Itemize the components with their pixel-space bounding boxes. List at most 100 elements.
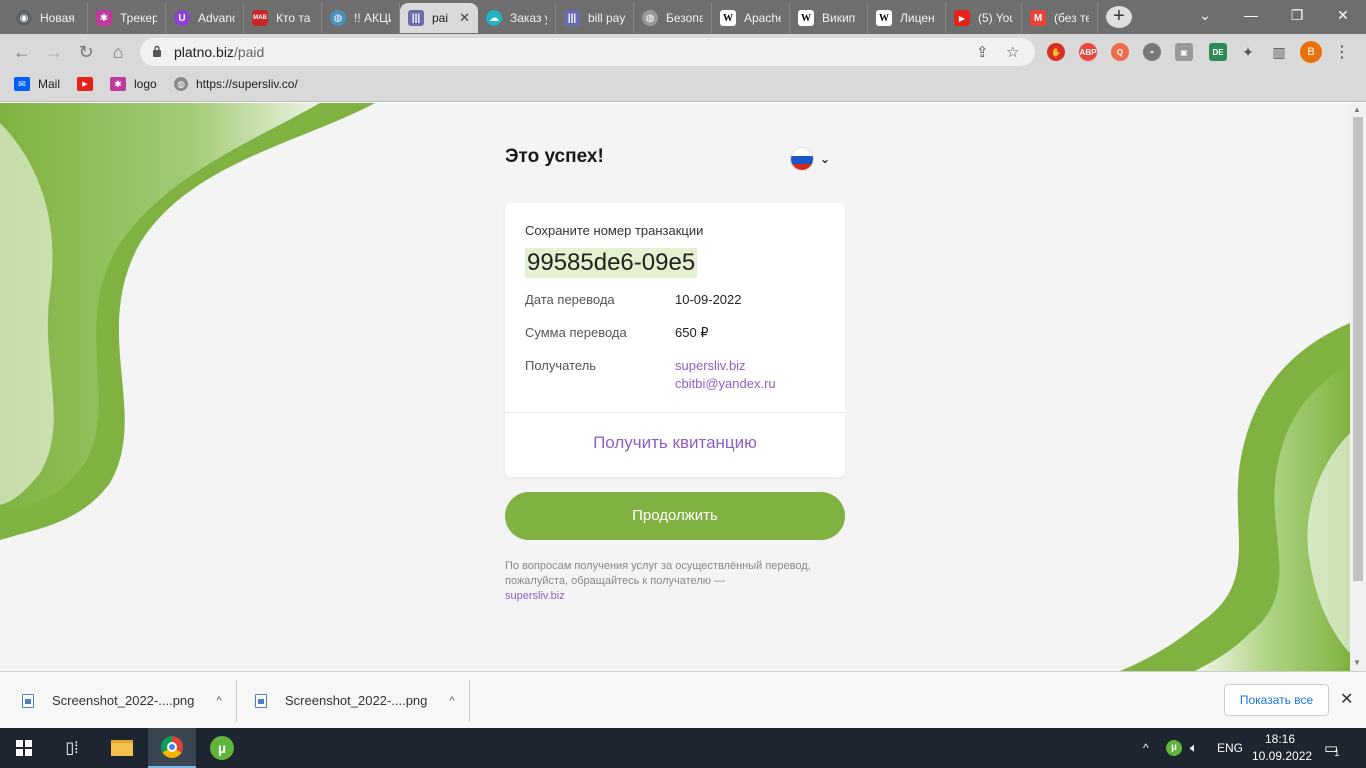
close-tab-icon[interactable]: ✕	[459, 10, 470, 26]
tab-0[interactable]: ◉ Новая	[8, 3, 88, 33]
translator-icon[interactable]: ▣	[1175, 43, 1193, 61]
bookmark-logo[interactable]: ✱ logo	[110, 77, 157, 91]
transaction-id: 99585de6-09e5	[525, 248, 698, 278]
adblock-hand-icon[interactable]: ✋	[1047, 43, 1065, 61]
de-extension-icon[interactable]: DE	[1209, 43, 1227, 61]
tab-1[interactable]: ✱ Трекер	[88, 3, 166, 33]
browser-toolbar: ← → ↻ ⌂ platno.biz/paid ⇪ ☆ ✋ ABP Q ◓ ▣ …	[0, 34, 1366, 70]
notification-count: 1	[1334, 748, 1340, 758]
chevron-up-icon[interactable]: ^	[216, 695, 221, 707]
new-tab-button[interactable]: +	[1106, 6, 1132, 28]
tab-title: Новая	[40, 11, 75, 25]
downloads-shelf: Screenshot_2022-....png ^ Screenshot_202…	[0, 671, 1366, 728]
bookmark-mail[interactable]: ✉ Mail	[14, 77, 60, 91]
system-clock[interactable]: 18:16 10.09.2022	[1252, 731, 1312, 765]
language-indicator[interactable]: ENG	[1217, 728, 1243, 768]
minimize-icon[interactable]: —	[1228, 0, 1274, 30]
bookmark-youtube[interactable]: ▶	[77, 77, 101, 91]
tab-9[interactable]: W Apache	[712, 3, 790, 33]
close-shelf-icon[interactable]: ✕	[1340, 689, 1353, 709]
scroll-up-icon[interactable]: ▲	[1353, 105, 1361, 114]
profile-avatar[interactable]: B	[1300, 41, 1322, 63]
side-panel-icon[interactable]: ▥	[1270, 43, 1288, 61]
scroll-down-icon[interactable]: ▼	[1353, 658, 1361, 667]
recipient-site-link[interactable]: supersliv.biz	[675, 358, 746, 373]
gmail-icon: M	[1030, 10, 1046, 26]
tab-8[interactable]: ◍ Безопа	[634, 3, 712, 33]
support-note-link[interactable]: supersliv.biz	[505, 590, 565, 602]
tab-7[interactable]: ||| bill pay	[556, 3, 634, 33]
extension-badge-icon[interactable]: Q	[1111, 43, 1129, 61]
tab-title: bill pay	[588, 11, 625, 25]
bookmark-star-icon[interactable]: ☆	[1006, 43, 1019, 61]
tab-11[interactable]: W Лицен	[868, 3, 946, 33]
tray-overflow-icon[interactable]: ^	[1143, 728, 1149, 768]
globe-icon: ◍	[174, 77, 188, 91]
language-selector[interactable]: ⌄	[790, 147, 830, 171]
file-explorer-icon[interactable]	[98, 728, 146, 768]
volume-icon[interactable]: 🔈︎	[1190, 728, 1198, 768]
vpn-icon[interactable]: ◓	[1143, 43, 1161, 61]
bookmark-label: https://supersliv.co/	[196, 77, 298, 91]
notifications-icon[interactable]: ▭ 1	[1324, 728, 1339, 768]
tab-3[interactable]: MAB Кто та	[244, 3, 322, 33]
mab-icon: MAB	[252, 10, 268, 26]
bookmark-label: logo	[134, 77, 157, 91]
support-note-text: По вопросам получения услуг за осуществл…	[505, 560, 811, 587]
tab-title: (5) You	[978, 11, 1013, 25]
address-bar[interactable]: platno.biz/paid ⇪ ☆	[140, 38, 1035, 66]
share-icon[interactable]: ⇪	[976, 43, 989, 61]
scrollbar-thumb[interactable]	[1353, 117, 1363, 581]
page-scrollbar[interactable]: ▲ ▼	[1350, 103, 1366, 671]
utorrent-tray-icon[interactable]: µ	[1166, 728, 1182, 768]
shield-icon: U	[174, 10, 190, 26]
bookmarks-bar: ✉ Mail ▶ ✱ logo ◍ https://supersliv.co/	[0, 70, 1366, 102]
task-view-icon[interactable]: ▯⁞	[48, 728, 96, 768]
tab-title: Трекер	[120, 11, 157, 25]
transaction-card: Сохраните номер транзакции 99585de6-09e5…	[505, 203, 845, 477]
tab-2[interactable]: U Advanc	[166, 3, 244, 33]
close-window-icon[interactable]: ✕	[1320, 0, 1366, 30]
recipient-email-link[interactable]: cbitbi@yandex.ru	[675, 376, 776, 391]
puzzle-icon[interactable]: ✦	[1239, 43, 1257, 61]
url-path: /paid	[233, 44, 265, 60]
kebab-menu-icon[interactable]: ⋮	[1334, 42, 1350, 62]
save-transaction-label: Сохраните номер транзакции	[525, 223, 704, 238]
divider	[236, 680, 237, 722]
home-icon[interactable]: ⌂	[108, 42, 128, 62]
restore-icon[interactable]: ❐	[1274, 0, 1320, 30]
chevron-down-icon: ⌄	[820, 152, 831, 166]
page-title: Это успех!	[505, 146, 604, 167]
tab-title: pai	[432, 11, 449, 25]
russia-flag-icon	[790, 147, 814, 171]
tab-title: (без те	[1054, 11, 1089, 25]
wikipedia-icon: W	[798, 10, 814, 26]
clock-time: 18:16	[1264, 732, 1296, 746]
reload-icon[interactable]: ↻	[76, 42, 96, 62]
image-file-icon	[255, 693, 267, 708]
download-item[interactable]: Screenshot_2022-....png ^	[255, 672, 455, 729]
tab-6[interactable]: ☁ Заказ у	[478, 3, 556, 33]
download-item[interactable]: Screenshot_2022-....png ^	[22, 672, 222, 729]
tab-12[interactable]: ▶ (5) You	[946, 3, 1022, 33]
back-icon[interactable]: ←	[12, 42, 32, 62]
chevron-up-icon[interactable]: ^	[449, 695, 454, 707]
forward-icon[interactable]: →	[44, 42, 64, 62]
tab-title: Кто та	[276, 11, 311, 25]
bookmark-supersliv[interactable]: ◍ https://supersliv.co/	[174, 77, 298, 91]
continue-button[interactable]: Продолжить	[505, 492, 845, 540]
show-all-downloads-button[interactable]: Показать все	[1224, 684, 1329, 716]
tab-10[interactable]: W Викип	[790, 3, 868, 33]
utorrent-taskbar-icon[interactable]: µ	[198, 728, 246, 768]
chrome-taskbar-icon[interactable]	[148, 728, 196, 768]
start-button[interactable]	[0, 728, 48, 768]
tab-search-icon[interactable]: ⌄	[1182, 0, 1228, 30]
tab-5-active[interactable]: ||| pai ✕	[400, 3, 478, 33]
get-receipt-link[interactable]: Получить квитанцию	[505, 433, 845, 453]
cloud-icon: ☁	[486, 10, 502, 26]
tab-13[interactable]: M (без те	[1022, 3, 1098, 33]
utorrent-icon: µ	[210, 736, 234, 760]
abp-icon[interactable]: ABP	[1079, 43, 1097, 61]
bookmark-label: Mail	[38, 77, 61, 91]
tab-4[interactable]: ◍ !! АКЦИ	[322, 3, 400, 33]
